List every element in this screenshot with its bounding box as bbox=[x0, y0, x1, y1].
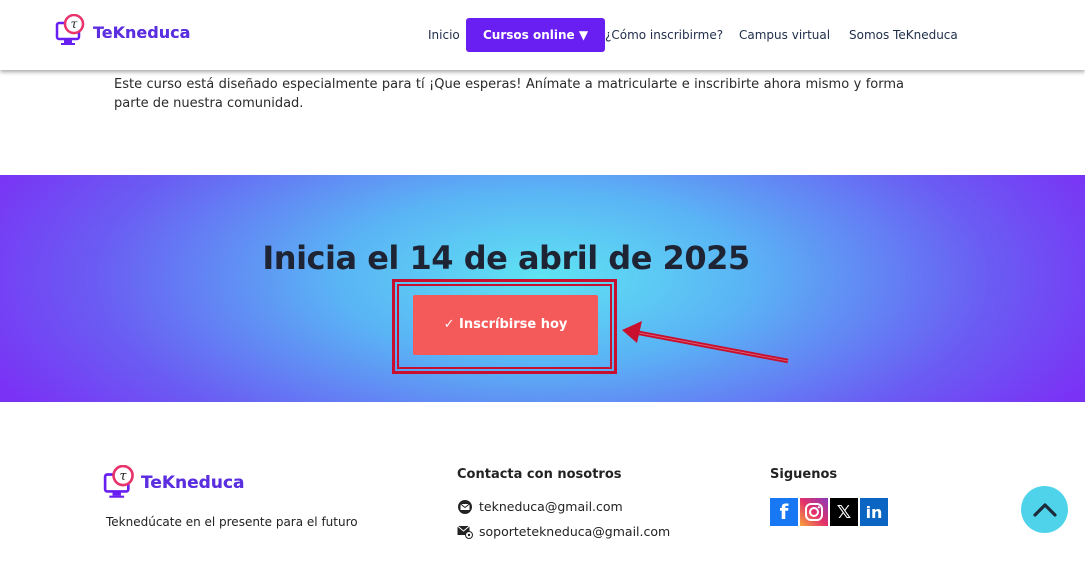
nav-inicio[interactable]: Inicio bbox=[428, 18, 460, 52]
nav-cursos-online[interactable]: Cursos online ▼ bbox=[466, 18, 606, 52]
footer-brand-name: TeKneduca bbox=[141, 473, 245, 493]
course-intro-text: Este curso está diseñado especialmente p… bbox=[114, 77, 904, 111]
social-links: f 𝕏 in bbox=[770, 498, 888, 526]
main-nav: Inicio Cursos online ▼ ¿Cómo inscribirme… bbox=[0, 18, 1085, 52]
annotation-arrow-icon bbox=[622, 321, 789, 364]
start-date-title: Inicia el 14 de abril de 2025 bbox=[262, 239, 750, 277]
instagram-icon[interactable] bbox=[800, 498, 828, 526]
nav-campus-virtual[interactable]: Campus virtual bbox=[739, 18, 830, 52]
nav-como-inscribirme[interactable]: ¿Cómo inscribirme? bbox=[605, 18, 723, 52]
email-icon bbox=[458, 499, 472, 514]
footer-brand-logo[interactable]: τ TeKneduca bbox=[103, 464, 245, 501]
site-header: τ TeKneduca Inicio Cursos online ▼ ¿Cómo… bbox=[0, 0, 1085, 70]
footer-tagline: Teknedúcate en el presente para el futur… bbox=[106, 515, 358, 529]
email-at-icon bbox=[457, 525, 473, 539]
facebook-icon[interactable]: f bbox=[770, 498, 798, 526]
chevron-up-icon bbox=[1032, 502, 1057, 517]
nav-somos-tekneduca[interactable]: Somos TeKneduca bbox=[849, 18, 958, 52]
enroll-button[interactable]: ✓ Inscríbirse hoy bbox=[413, 295, 598, 355]
x-icon[interactable]: 𝕏 bbox=[830, 498, 858, 526]
contact-email[interactable]: tekneduca@gmail.com bbox=[479, 499, 623, 514]
support-email[interactable]: soportetekneduca@gmail.com bbox=[479, 524, 670, 539]
contact-email-row[interactable]: tekneduca@gmail.com bbox=[457, 499, 623, 514]
svg-text:τ: τ bbox=[120, 468, 128, 483]
contact-heading: Contacta con nosotros bbox=[457, 467, 622, 482]
support-email-row[interactable]: soportetekneduca@gmail.com bbox=[457, 524, 670, 539]
start-date-banner: Inicia el 14 de abril de 2025 ✓ Inscríbi… bbox=[0, 175, 1085, 402]
social-heading: Siguenos bbox=[770, 467, 838, 482]
monitor-logo-icon: τ bbox=[103, 464, 139, 501]
linkedin-icon[interactable]: in bbox=[860, 498, 888, 526]
scroll-to-top-button[interactable] bbox=[1021, 486, 1068, 533]
